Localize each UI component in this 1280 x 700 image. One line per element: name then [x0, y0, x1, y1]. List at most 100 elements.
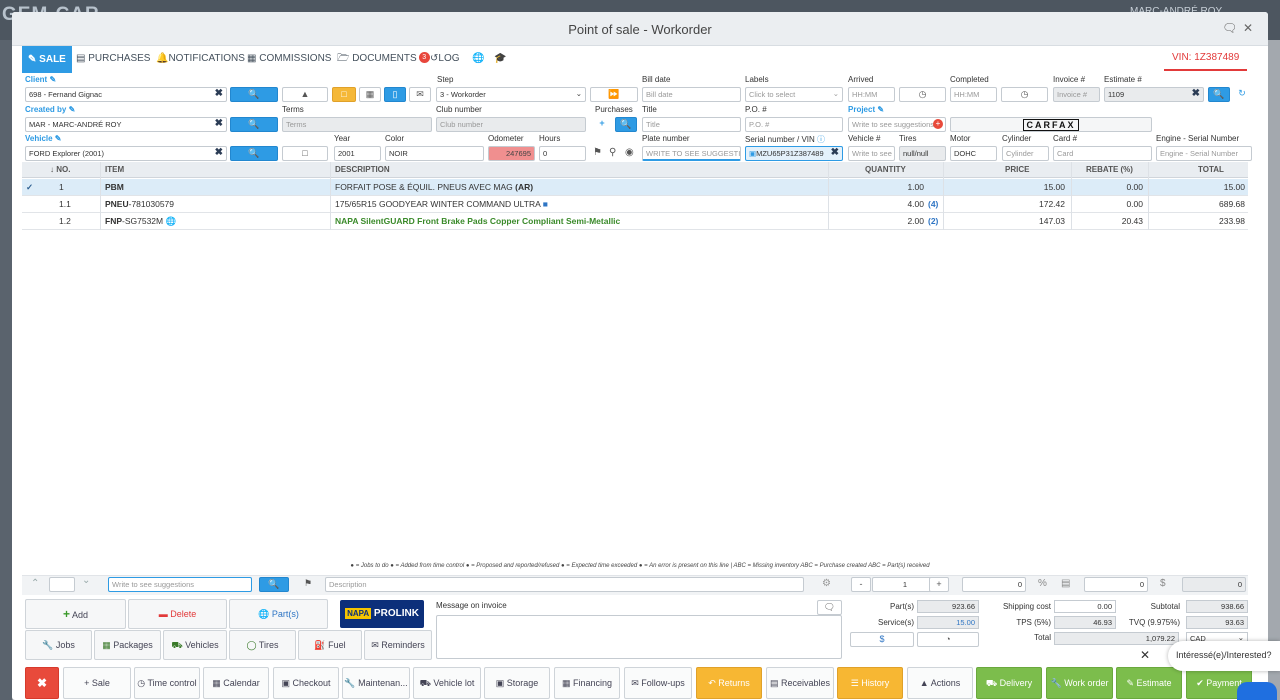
hours-field[interactable]: 0 [539, 146, 586, 161]
tag-icon[interactable]: ⚑ [593, 147, 602, 158]
clear-icon[interactable]: ✖ [1192, 88, 1200, 99]
project-label[interactable]: Project ✎ [848, 105, 884, 114]
task-sale[interactable]: + Sale [63, 667, 131, 699]
row-qty-note[interactable]: (2) [928, 213, 938, 229]
step-select[interactable]: 3 - Workorder ⌄ [436, 87, 586, 102]
table-row[interactable]: 1.1 PNEU-781030579 175/65R15 GOODYEAR WI… [22, 196, 1248, 213]
amount-input[interactable]: 0 [1084, 577, 1148, 592]
discount-input[interactable]: 0 [962, 577, 1026, 592]
col-header-description[interactable]: DESCRIPTION [335, 162, 390, 178]
close-button[interactable]: ✖ [25, 667, 59, 699]
invoice-field[interactable]: Invoice # [1053, 87, 1100, 102]
created-by-field[interactable]: MAR - MARC-ANDRÉ ROY ✖ [25, 117, 227, 132]
row-qty-note[interactable]: (4) [928, 196, 938, 212]
motor-field[interactable]: DOHC [950, 146, 997, 161]
clear-icon[interactable]: ✖ [215, 118, 223, 129]
odometer-field[interactable]: 247695 [488, 146, 535, 161]
task-receivables[interactable]: ▤ Receivables [766, 667, 834, 699]
task-checkout[interactable]: ▣ Checkout [273, 667, 339, 699]
add-purchase-button[interactable]: + [592, 117, 612, 132]
decrement-button[interactable]: - [851, 577, 871, 592]
task-financing[interactable]: ▦ Financing [554, 667, 620, 699]
col-header-item[interactable]: ITEM [105, 162, 125, 178]
col-header-no[interactable]: ↓ NO. [50, 162, 71, 178]
dollar-button[interactable]: $ [850, 632, 914, 647]
task-history[interactable]: ☰ History [837, 667, 903, 699]
clear-icon[interactable]: ✖ [215, 88, 223, 99]
tab-commissions[interactable]: ▦ COMMISSIONS [247, 52, 331, 72]
key-icon[interactable]: ⚲ [609, 147, 616, 158]
item-suggest-input[interactable]: Write to see suggestions [108, 577, 252, 592]
price-input[interactable]: 0 [1182, 577, 1246, 592]
line-number-field[interactable] [49, 577, 75, 592]
arrived-field[interactable]: HH:MM [848, 87, 895, 102]
cylinder-field[interactable]: Cylinder [1002, 146, 1049, 161]
tag-button[interactable]: ⚑ [293, 577, 323, 592]
col-header-rebate[interactable]: REBATE (%) [1086, 162, 1133, 178]
po-field[interactable]: P.O. # [745, 117, 843, 132]
task-calendar[interactable]: ▦ Calendar [203, 667, 269, 699]
message-textarea[interactable] [436, 615, 842, 659]
dollar-icon[interactable]: $ [1160, 578, 1166, 589]
add-button[interactable]: + Add [25, 599, 126, 629]
completed-field[interactable]: HH:MM [950, 87, 997, 102]
percent-icon[interactable]: % [1038, 578, 1047, 589]
estimate-search-button[interactable]: 🔍 [1208, 87, 1230, 102]
color-field[interactable]: NOIR [385, 146, 484, 161]
increment-button[interactable]: + [929, 577, 949, 592]
calendar-button[interactable]: ▦ [359, 87, 381, 102]
table-row[interactable]: 1.2 FNP-SG7532M 🌐 NAPA SilentGUARD Front… [22, 213, 1248, 230]
chat-icon[interactable]: 🗨 [1222, 21, 1237, 35]
col-header-total[interactable]: TOTAL [1198, 162, 1224, 178]
bill-date-field[interactable]: Bill date [642, 87, 741, 102]
task-vehicle-lot[interactable]: ⛟ Vehicle lot [413, 667, 481, 699]
tab-documents[interactable]: 🗁 DOCUMENTS 3 [337, 52, 430, 72]
title-field[interactable]: Title [642, 117, 741, 132]
clear-icon[interactable]: ✖ [215, 147, 223, 158]
delete-button[interactable]: ▬ Delete [128, 599, 227, 629]
task-maintenance[interactable]: 🔧 Maintenan... [342, 667, 410, 699]
add-project-icon[interactable]: + [933, 119, 943, 129]
tab-notifications[interactable]: 🔔NOTIFICATIONS [156, 52, 245, 72]
eye-icon[interactable]: ◉ [625, 147, 634, 158]
client-search-button[interactable]: 🔍 [230, 87, 278, 102]
description-input[interactable]: Description [325, 577, 804, 592]
tab-log[interactable]: ↺LOG [430, 52, 460, 72]
client-label[interactable]: Client ✎ [25, 75, 56, 84]
gear-icon[interactable]: ⚙ [822, 578, 831, 589]
close-icon[interactable]: ✕ [1243, 21, 1253, 35]
vehicle-search-button[interactable]: 🔍 [230, 146, 278, 161]
chat-close-icon[interactable]: ✕ [1140, 648, 1150, 662]
created-by-label[interactable]: Created by ✎ [25, 105, 75, 114]
money-icon[interactable]: ▤ [1061, 578, 1070, 589]
plate-number-field[interactable]: WRITE TO SEE SUGGESTION [642, 146, 741, 161]
road-button[interactable]: ▲ [282, 87, 328, 102]
fuel-button[interactable]: ⛽ Fuel [298, 630, 362, 660]
purchases-search-button[interactable]: 🔍 [615, 117, 637, 132]
tires-button[interactable]: ◯ Tires [229, 630, 296, 660]
task-follow-ups[interactable]: ✉ Follow-ups [624, 667, 692, 699]
task-storage[interactable]: ▣ Storage [484, 667, 550, 699]
task-returns[interactable]: ↶ Returns [696, 667, 762, 699]
email-button[interactable]: ✉ [409, 87, 431, 102]
packages-button[interactable]: ▦ Packages [94, 630, 161, 660]
completed-clock-button[interactable]: ◷ [1001, 87, 1048, 102]
created-by-search-button[interactable]: 🔍 [230, 117, 278, 132]
labels-select[interactable]: Click to select ⌄ [745, 87, 843, 102]
client-field[interactable]: 698 - Fernand Gignac ✖ [25, 87, 227, 102]
jobs-button[interactable]: 🔧 Jobs [25, 630, 92, 660]
item-search-button[interactable]: 🔍 [259, 577, 289, 592]
shipping-field[interactable]: 0.00 [1054, 600, 1116, 613]
tab-purchases[interactable]: ▤ PURCHASES [76, 52, 150, 72]
note-button[interactable]: □ [332, 87, 356, 102]
vin-tab[interactable]: VIN: 1Z387489 [1164, 50, 1248, 71]
year-field[interactable]: 2001 [334, 146, 381, 161]
table-row[interactable]: ✓ 1 PBM FORFAIT POSE & ÉQUIL. PNEUS AVEC… [22, 179, 1248, 196]
task-actions[interactable]: ▲ Actions [907, 667, 973, 699]
pie-chart-button[interactable]: ◔ [917, 632, 979, 647]
next-step-button[interactable]: ⏩ [590, 87, 638, 102]
graduation-cap-icon[interactable]: 🎓 [494, 52, 506, 72]
napa-prolink-button[interactable]: NAPA PROLINK [340, 600, 424, 628]
chat-popup[interactable]: Intéressé(e)/Interested? [1168, 641, 1280, 671]
vehicle-field[interactable]: FORD Explorer (2001) ✖ [25, 146, 227, 161]
